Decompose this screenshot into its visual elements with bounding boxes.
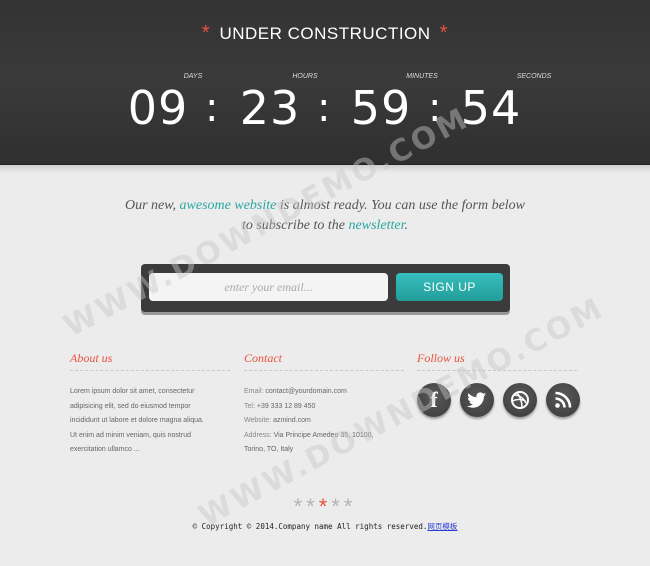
contact-website-line: Website: azmind.com	[244, 414, 404, 429]
contact-website[interactable]: azmind.com	[273, 417, 311, 424]
countdown-seconds: 54	[460, 81, 522, 135]
contact-tel: +39 333 12 89 450	[256, 402, 316, 410]
title-text: UNDER CONSTRUCTION	[219, 24, 431, 43]
about-line: Lorem ipsum dolor sit amet, consectetur	[70, 388, 195, 395]
email-input[interactable]	[149, 273, 388, 301]
intro-highlight-newsletter: newsletter	[348, 218, 405, 233]
follow-title: Follow us	[417, 351, 465, 365]
intro-text-part: to subscribe to the	[241, 218, 349, 233]
countdown-separator: :	[205, 85, 219, 131]
intro-line-1: Our new, awesome website is almost ready…	[0, 196, 650, 216]
copyright-text: © Copyright © 2014.Company name All righ…	[192, 522, 428, 531]
intro-line-2: to subscribe to the newsletter.	[0, 216, 650, 236]
follow-divider	[417, 370, 577, 371]
countdown-label-days: DAYS	[183, 73, 203, 80]
twitter-icon[interactable]	[460, 383, 494, 417]
contact-divider	[244, 370, 404, 371]
header-banner: * UNDER CONSTRUCTION * DAYS HOURS MINUTE…	[0, 0, 650, 165]
countdown-minutes: 59	[350, 81, 412, 135]
contact-tel-label: Tel:	[244, 402, 255, 410]
contact-address-line: Address: Via Principe Amedeo 35, 10100,	[244, 429, 404, 444]
contact-email-label: Email:	[244, 388, 264, 395]
star-icon: *	[331, 494, 344, 519]
dribbble-ball-glyph	[511, 391, 529, 409]
contact-address-label: Address:	[244, 431, 272, 439]
page-title: * UNDER CONSTRUCTION *	[0, 22, 650, 45]
countdown-days: 09	[127, 81, 189, 135]
copyright: © Copyright © 2014.Company name All righ…	[0, 521, 650, 532]
star-icon: *	[306, 494, 319, 519]
about-divider	[70, 370, 230, 371]
facebook-icon[interactable]: f	[417, 383, 451, 417]
intro-text-part: is almost ready. You can use the form be…	[276, 198, 526, 213]
contact-title: Contact	[244, 351, 282, 365]
rss-icon[interactable]	[546, 383, 580, 417]
about-text: Lorem ipsum dolor sit amet, consectetur …	[70, 385, 230, 458]
title-star-left: *	[201, 22, 211, 44]
contact-email[interactable]: contact@yourdomain.com	[265, 388, 346, 395]
countdown-separator: :	[428, 85, 442, 131]
about-title: About us	[70, 351, 113, 365]
countdown-hours: 23	[239, 81, 301, 135]
countdown-label-minutes: MINUTES	[406, 73, 438, 80]
footer-stars: *****	[0, 494, 650, 520]
about-line: adipisicing elit, sed do eiusmod tempor	[70, 402, 191, 410]
contact-address: Via Principe Amedeo 35, 10100,	[273, 431, 374, 439]
signup-button[interactable]: SIGN UP	[396, 273, 503, 301]
contact-address-line-2: Torino, TO, Italy	[244, 446, 294, 453]
header-shadow	[0, 165, 650, 173]
intro-text: Our new, awesome website is almost ready…	[0, 196, 650, 236]
countdown-separator: :	[317, 85, 331, 131]
star-icon: *	[343, 494, 357, 519]
contact-website-label: Website:	[244, 417, 272, 424]
title-star-right: *	[439, 22, 449, 44]
star-icon: *	[293, 494, 307, 519]
intro-text-part: Our new,	[124, 198, 180, 213]
contact-tel-line: Tel: +39 333 12 89 450	[244, 400, 404, 415]
twitter-bird-glyph	[467, 392, 486, 408]
about-line: exercitation ullamco ...	[70, 446, 140, 453]
countdown-label-hours: HOURS	[292, 73, 318, 80]
intro-text-part: .	[404, 218, 409, 233]
contact-email-line: Email: contact@yourdomain.com	[244, 385, 404, 400]
about-line: incididunt ut labore et dolore magna ali…	[70, 417, 204, 424]
subscribe-form: SIGN UP	[141, 264, 510, 312]
star-icon: *	[318, 494, 332, 519]
rss-feed-glyph	[555, 391, 572, 408]
dribbble-icon[interactable]	[503, 383, 537, 417]
facebook-glyph: f	[430, 387, 438, 412]
template-link[interactable]: 网页模板	[427, 522, 457, 531]
intro-highlight-website: awesome website	[179, 198, 277, 213]
contact-info: Email: contact@yourdomain.com Tel: +39 3…	[244, 385, 404, 458]
countdown-label-seconds: SECONDS	[516, 73, 552, 80]
about-line: Ut enim ad minim veniam, quis nostrud	[70, 431, 191, 439]
